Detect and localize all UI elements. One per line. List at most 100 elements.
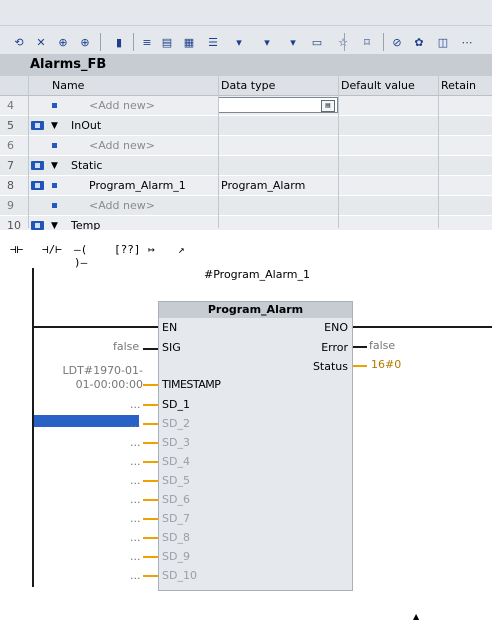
- toolbar-separator: [383, 33, 384, 51]
- table-row[interactable]: 4 <Add new> ▤: [0, 96, 492, 116]
- table-row[interactable]: 5 ▼ InOut: [0, 116, 492, 136]
- sd-wire: [143, 404, 158, 406]
- no-contact-icon[interactable]: ⊣⊢: [10, 243, 36, 257]
- var-insert2-icon[interactable]: ⊕: [78, 35, 92, 49]
- sd-param-placeholder[interactable]: ...: [130, 493, 141, 506]
- more-icon[interactable]: ⋯: [460, 35, 474, 49]
- row-number: 5: [7, 119, 14, 132]
- fb-pin-sd_6[interactable]: SD_6: [162, 493, 190, 506]
- table-row[interactable]: 6 <Add new>: [0, 136, 492, 156]
- instance-db-label[interactable]: #Program_Alarm_1: [197, 268, 317, 282]
- row-number: 8: [7, 179, 14, 192]
- row-name[interactable]: <Add new>: [89, 199, 155, 212]
- monitoring-icon[interactable]: ✿: [412, 35, 426, 49]
- col-divider: [438, 76, 439, 228]
- toolbar-separator: [133, 33, 134, 51]
- row-name[interactable]: Static: [71, 159, 102, 172]
- sd-param-placeholder[interactable]: ...: [130, 550, 141, 563]
- fb-pin-sd_8[interactable]: SD_8: [162, 531, 190, 544]
- fb-pin-sd_7[interactable]: SD_7: [162, 512, 190, 525]
- function-block-program-alarm[interactable]: Program_Alarm EN SIG TIMESTAMP SD_1 SD_2 SD_3…: [158, 301, 419, 621]
- sd-param-placeholder[interactable]: ...: [130, 512, 141, 525]
- fb-pin-en[interactable]: EN: [162, 321, 177, 334]
- sd-param-placeholder[interactable]: ...: [130, 417, 141, 430]
- fb-pin-error[interactable]: Error: [321, 341, 348, 354]
- fb-pin-sd_1[interactable]: SD_1: [162, 398, 190, 411]
- sd-param-placeholder[interactable]: ...: [130, 474, 141, 487]
- fb-pin-sd_9[interactable]: SD_9: [162, 550, 190, 563]
- open-branch-icon[interactable]: ↦: [148, 243, 174, 257]
- collapse-params-icon[interactable]: ▲: [413, 612, 419, 621]
- table-row[interactable]: 7 ▼ Static: [0, 156, 492, 176]
- type-picker-button[interactable]: ▤: [321, 100, 335, 112]
- table-row[interactable]: 8 Program_Alarm_1 Program_Alarm: [0, 176, 492, 196]
- col-data-type[interactable]: Data type: [221, 79, 275, 92]
- block-icon[interactable]: ≡: [140, 35, 154, 49]
- sd-param-placeholder[interactable]: ...: [130, 569, 141, 582]
- power-rail: [32, 268, 34, 587]
- sig-actual-value[interactable]: false: [113, 340, 139, 353]
- var-delete-icon[interactable]: ✕: [34, 35, 48, 49]
- var-insert-icon[interactable]: ⊕: [56, 35, 70, 49]
- col-default-value[interactable]: Default value: [341, 79, 415, 92]
- row-data-type[interactable]: Program_Alarm: [221, 179, 305, 192]
- clear-icon[interactable]: ▮: [112, 35, 126, 49]
- coil-icon[interactable]: –( )–: [74, 243, 100, 269]
- close-branch-icon[interactable]: ↗: [178, 243, 204, 257]
- fb-pin-eno[interactable]: ENO: [324, 321, 348, 334]
- col-name[interactable]: Name: [52, 79, 84, 92]
- sd-param-placeholder[interactable]: ...: [130, 455, 141, 468]
- sd-wire: [143, 499, 158, 501]
- var-refresh-icon[interactable]: ⟲: [12, 35, 26, 49]
- monitor-down-icon[interactable]: ▾: [286, 35, 300, 49]
- fb-pin-sd_3[interactable]: SD_3: [162, 436, 190, 449]
- bullet-icon: [52, 203, 57, 208]
- list-icon[interactable]: ▤: [160, 35, 174, 49]
- row-name[interactable]: Program_Alarm_1: [89, 179, 186, 192]
- network-area: #Program_Alarm_1 Program_Alarm EN SIG TIME…: [0, 268, 492, 621]
- fb-pin-timestamp[interactable]: TIMESTAMP: [162, 378, 221, 391]
- comment-icon[interactable]: ☰: [206, 35, 220, 49]
- sd-param-placeholder[interactable]: ...: [130, 531, 141, 544]
- snapshot-icon[interactable]: ◫: [436, 35, 450, 49]
- row-number: 9: [7, 199, 14, 212]
- row-name[interactable]: <Add new>: [89, 139, 155, 152]
- block-title: Alarms_FB: [30, 57, 107, 72]
- pane-icon[interactable]: ▭: [310, 35, 324, 49]
- table-row[interactable]: 9 <Add new>: [0, 196, 492, 216]
- timestamp-actual-value[interactable]: LDT#1970-01-01-00:00:00: [45, 364, 143, 392]
- fb-pin-sd_10[interactable]: SD_10: [162, 569, 197, 582]
- nc-contact-icon[interactable]: ⊣/⊢: [42, 243, 68, 257]
- favorites-down-icon[interactable]: ▾: [260, 35, 274, 49]
- toolbar-separator: [344, 33, 345, 51]
- row-name[interactable]: InOut: [71, 119, 101, 132]
- sd-param-placeholder[interactable]: ...: [130, 436, 141, 449]
- fb-pin-sd_5[interactable]: SD_5: [162, 474, 190, 487]
- col-retain[interactable]: Retain: [441, 79, 476, 92]
- col-divider: [338, 76, 339, 228]
- fb-pin-status[interactable]: Status: [313, 360, 348, 373]
- sd-param-placeholder[interactable]: ...: [130, 398, 141, 411]
- absolute-icon[interactable]: ▦: [182, 35, 196, 49]
- go-to-error-icon[interactable]: ⊘: [390, 35, 404, 49]
- table-header: Name Data type Default value Retain: [0, 76, 492, 96]
- favorites-icon[interactable]: ☆: [336, 35, 350, 49]
- fb-title: Program_Alarm: [159, 302, 352, 318]
- row-name[interactable]: <Add new>: [89, 99, 155, 112]
- fb-pin-sd_2[interactable]: SD_2: [162, 417, 190, 430]
- empty-box-icon[interactable]: [??]: [114, 243, 141, 257]
- timestamp-wire: [143, 384, 158, 386]
- expand-triangle-icon[interactable]: ▼: [51, 121, 58, 131]
- network-down-icon[interactable]: ▾: [232, 35, 246, 49]
- error-actual-value[interactable]: false: [369, 339, 395, 352]
- selected-parameter-highlight[interactable]: [34, 415, 139, 427]
- status-actual-value[interactable]: 16#0: [371, 358, 401, 371]
- lad-box-icon[interactable]: ⌑: [360, 35, 374, 49]
- interface-section-icon: [31, 121, 44, 130]
- expand-triangle-icon[interactable]: ▼: [51, 161, 58, 171]
- col-divider: [218, 76, 219, 228]
- fb-pin-sd_4[interactable]: SD_4: [162, 455, 190, 468]
- fb-pin-sig[interactable]: SIG: [162, 341, 181, 354]
- data-type-input[interactable]: ▤: [218, 97, 338, 113]
- col-divider: [28, 76, 29, 228]
